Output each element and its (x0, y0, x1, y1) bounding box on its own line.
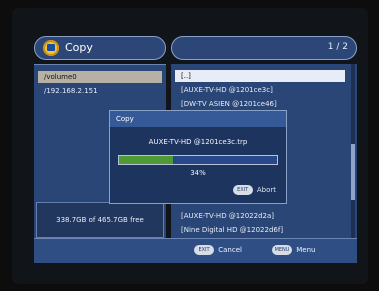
progress-fill (119, 156, 173, 164)
menu-key-icon: MENU (272, 245, 292, 255)
free-space-box: 338.7GB of 465.7GB free (36, 202, 164, 238)
dialog-title: Copy (110, 111, 286, 127)
exit-key-icon: EXIT (232, 185, 253, 195)
menu-hint[interactable]: MENU Menu (272, 245, 315, 255)
cancel-hint[interactable]: EXIT Cancel (194, 245, 242, 255)
file-item[interactable]: [DW-TV ASIEN @1201ce46] (175, 98, 345, 110)
scroll-thumb[interactable] (351, 144, 355, 200)
copy-progress-dialog: Copy AUXE-TV-HD @1201ce3c.trp 34% EXIT A… (109, 110, 287, 204)
footer-bar: EXIT Cancel MENU Menu (34, 238, 357, 263)
cancel-label: Cancel (218, 246, 242, 254)
file-item[interactable]: [AUXE-TV-HD @12022d2a] (175, 210, 345, 222)
volume-item[interactable]: /volume0 (38, 71, 162, 83)
progress-label: 34% (190, 169, 206, 177)
scrollbar[interactable] (351, 64, 355, 238)
network-location-item[interactable]: /192.168.2.151 (38, 85, 162, 97)
abort-hint[interactable]: EXIT Abort (232, 185, 276, 195)
copy-icon (43, 40, 59, 56)
page-indicator: 1 / 2 (171, 36, 357, 60)
page-title: Copy (65, 41, 93, 54)
menu-label: Menu (296, 246, 316, 254)
progress-bar (118, 155, 278, 165)
exit-key-icon: EXIT (194, 245, 214, 255)
file-item[interactable]: [AUXE-TV-HD @1201ce3c] (175, 84, 345, 96)
page-number: 1 / 2 (327, 42, 348, 52)
abort-label: Abort (256, 186, 276, 194)
free-space-text: 338.7GB of 465.7GB free (56, 216, 144, 224)
file-item[interactable]: [Nine Digital HD @12022d6f] (175, 224, 345, 236)
file-item-parent[interactable]: [..] (175, 70, 345, 82)
title-bar: Copy (34, 36, 166, 60)
copy-file-name: AUXE-TV-HD @1201ce3c.trp (148, 138, 248, 146)
